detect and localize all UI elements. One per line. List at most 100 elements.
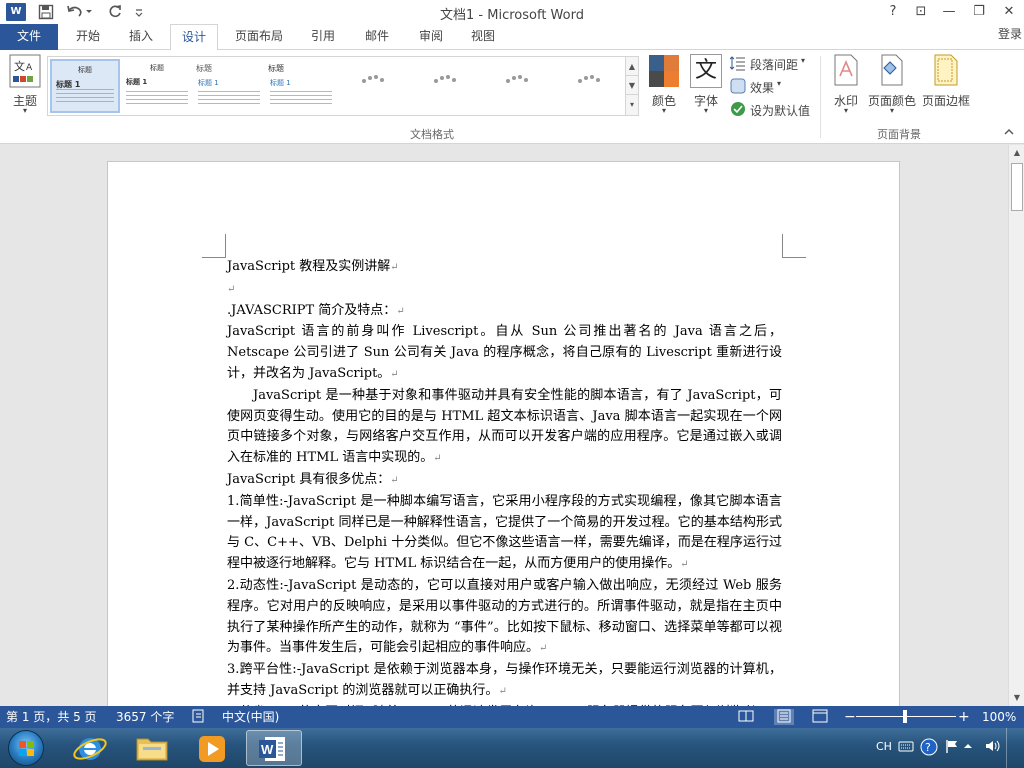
sign-in-link[interactable]: 登录 (998, 24, 1022, 48)
scroll-down-button[interactable]: ▼ (1009, 690, 1024, 706)
paragraph-text: 1.简单性:-JavaScript 是一种脚本编写语言，它采用小程序段的方式实现… (227, 493, 782, 572)
paragraph-mark: ↵ (539, 643, 548, 655)
tab-review[interactable]: 审阅 (408, 24, 454, 50)
document-paragraph[interactable]: 1.简单性:-JavaScript 是一种脚本编写语言，它采用小程序段的方式实现… (227, 492, 782, 576)
print-layout-icon (777, 709, 791, 723)
paragraph-text: .JAVASCRIPT 简介及特点： (227, 302, 397, 318)
zoom-out-button[interactable]: − (844, 709, 856, 725)
tab-file[interactable]: 文件 (0, 24, 58, 50)
tab-mailings[interactable]: 邮件 (354, 24, 400, 50)
tab-page-layout[interactable]: 页面布局 (226, 24, 292, 50)
paragraph-mark: ↵ (390, 262, 399, 273)
tab-insert[interactable]: 插入 (117, 24, 165, 50)
paragraph-mark: ↵ (227, 283, 236, 295)
scroll-up-button[interactable]: ▲ (1009, 145, 1024, 161)
colors-button[interactable]: 颜色 ▾ (646, 54, 682, 120)
gallery-scroll-down-button[interactable]: ▼ (626, 76, 638, 95)
zoom-level[interactable]: 100% (982, 709, 1016, 725)
taskbar-media-player[interactable] (184, 730, 240, 766)
ribbon-design: 文A 主题 ▾ 标题 标题 1 标题 标题 1 标题 标题 1 标题 标题 1 (0, 50, 1024, 144)
taskbar-internet-explorer[interactable] (62, 730, 118, 766)
loading-icon (578, 75, 602, 85)
effects-button[interactable]: 效果 ▾ (730, 78, 790, 96)
style-set-item-loading[interactable] (556, 59, 626, 113)
gallery-more-button[interactable]: ▾ (626, 95, 638, 114)
paragraph-mark: ↵ (390, 368, 399, 380)
tab-references[interactable]: 引用 (300, 24, 346, 50)
show-desktop-button[interactable] (1006, 728, 1024, 768)
volume-button[interactable] (984, 738, 1002, 760)
print-layout-button[interactable] (774, 709, 794, 725)
close-button[interactable]: ✕ (998, 2, 1020, 22)
ime-help-button[interactable]: ? (920, 738, 938, 762)
read-mode-button[interactable] (738, 709, 754, 725)
style-set-item[interactable]: 标题 标题 1 (266, 59, 336, 113)
document-body[interactable]: JavaScript 教程及实例讲解↵ ↵ .JAVASCRIPT 简介及特点：↵ J… (227, 257, 782, 706)
document-paragraph[interactable]: JavaScript 具有很多优点：↵ (227, 470, 782, 492)
ribbon-display-options-button[interactable]: ⊡ (910, 2, 932, 22)
style-set-item[interactable]: 标题 标题 1 (50, 59, 120, 113)
tab-design[interactable]: 设计 (170, 24, 218, 51)
style-set-item[interactable]: 标题 标题 1 (122, 59, 192, 113)
chevron-down-icon: ▾ (801, 56, 806, 65)
vertical-scrollbar[interactable]: ▲ ▼ (1008, 145, 1024, 706)
web-layout-button[interactable] (812, 709, 828, 725)
paragraph-mark: ↵ (433, 453, 442, 465)
zoom-in-button[interactable]: + (958, 709, 970, 725)
paragraph-spacing-button[interactable]: 段落间距 ▾ (730, 55, 812, 73)
tab-home[interactable]: 开始 (64, 24, 112, 50)
action-center-button[interactable] (944, 738, 960, 760)
document-page[interactable]: JavaScript 教程及实例讲解↵ ↵ .JAVASCRIPT 简介及特点：↵ J… (107, 161, 900, 706)
themes-button[interactable]: 文A 主题 ▾ (6, 54, 44, 120)
proofing-button[interactable] (192, 709, 206, 725)
page-color-icon (881, 54, 903, 86)
taskbar-windows-explorer[interactable] (124, 730, 180, 766)
chevron-down-icon: ▾ (703, 106, 708, 115)
tab-view[interactable]: 视图 (460, 24, 506, 50)
document-paragraph[interactable]: JavaScript 语言的前身叫作 Livescript。自从 Sun 公司推… (227, 322, 782, 385)
watermark-button[interactable]: 水印 ▾ (830, 54, 862, 120)
paragraph-text: JavaScript 教程及实例讲解 (227, 259, 391, 274)
restore-button[interactable]: ❐ (968, 2, 990, 22)
paragraph-spacing-icon (730, 56, 745, 71)
set-as-default-button[interactable]: 设为默认值 (730, 101, 814, 119)
colors-icon (649, 55, 679, 87)
style-set-item-loading[interactable] (484, 59, 554, 113)
document-paragraph[interactable]: ↵ (227, 279, 782, 301)
collapse-ribbon-button[interactable] (1002, 128, 1016, 140)
word-count[interactable]: 3657 个字 (116, 709, 174, 725)
window-title: 文档1 - Microsoft Word (440, 8, 584, 23)
gallery-scroll-up-button[interactable]: ▲ (626, 57, 638, 76)
style-set-title: 标题 (150, 64, 164, 72)
zoom-slider-thumb[interactable] (903, 710, 907, 723)
start-button[interactable] (8, 730, 44, 766)
page-count[interactable]: 第 1 页，共 5 页 (6, 709, 97, 725)
style-set-item-loading[interactable] (412, 59, 482, 113)
fonts-button[interactable]: 文 字体 ▾ (688, 54, 724, 120)
document-paragraph[interactable]: 3.跨平台性:-JavaScript 是依赖于浏览器本身，与操作环境无关，只要能… (227, 660, 782, 703)
style-set-gallery[interactable]: 标题 标题 1 标题 标题 1 标题 标题 1 标题 标题 1 (47, 56, 627, 116)
document-paragraph[interactable]: .JAVASCRIPT 简介及特点：↵ (227, 301, 782, 323)
style-set-item-loading[interactable] (340, 59, 410, 113)
page-color-button[interactable]: 页面颜色 ▾ (866, 54, 918, 120)
style-set-item[interactable]: 标题 标题 1 (194, 59, 264, 113)
help-button[interactable]: ? (882, 2, 904, 22)
language-indicator[interactable]: 中文(中国) (222, 709, 279, 725)
document-paragraph[interactable]: 2.动态性:-JavaScript 是动态的，它可以直接对用户或客户输入做出响应… (227, 576, 782, 660)
keyboard-button[interactable] (898, 738, 914, 760)
document-paragraph[interactable]: JavaScript 教程及实例讲解↵ (227, 257, 782, 279)
minimize-button[interactable]: — (938, 2, 960, 22)
gallery-scroll: ▲ ▼ ▾ (625, 56, 639, 116)
ime-indicator[interactable]: CH (876, 738, 892, 756)
page-borders-button[interactable]: 页面边框 (920, 54, 972, 120)
style-set-heading: 标题 1 (198, 79, 219, 87)
scroll-thumb[interactable] (1011, 163, 1023, 211)
keyboard-icon (898, 741, 914, 752)
ie-icon (73, 738, 107, 760)
paragraph-spacing-label: 段落间距 (750, 58, 799, 72)
paragraph-text: JavaScript 是一种基于对象和事件驱动并具有安全性能的脚本语言，有了 J… (227, 387, 782, 466)
taskbar-microsoft-word[interactable]: W (246, 730, 302, 766)
document-paragraph[interactable]: JavaScript 是一种基于对象和事件驱动并具有安全性能的脚本语言，有了 J… (227, 386, 782, 470)
show-hidden-icons-button[interactable] (962, 738, 974, 760)
fonts-icon: 文 (690, 54, 722, 88)
